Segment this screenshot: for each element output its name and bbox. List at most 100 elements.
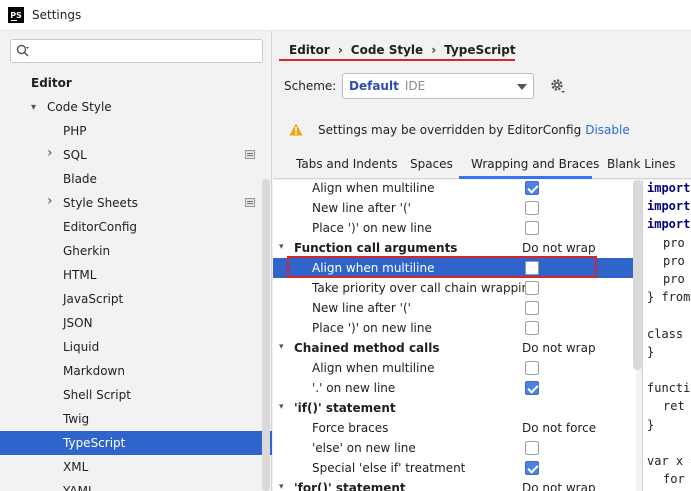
option-group-row[interactable]: ▾ Function call arguments Do not wrap xyxy=(273,238,636,258)
sidebar-item-label: HTML xyxy=(63,268,97,282)
option-group-row[interactable]: ▾ 'for()' statement Do not wrap xyxy=(273,478,636,491)
option-value-dropdown[interactable]: Do not wrap xyxy=(522,341,596,355)
sidebar-item-label: Code Style xyxy=(47,100,112,114)
option-row[interactable]: New line after '(' xyxy=(273,198,636,218)
sidebar-scrollbar[interactable] xyxy=(262,179,270,491)
option-label: Function call arguments xyxy=(294,241,458,255)
sidebar-item-gherkin[interactable]: Gherkin xyxy=(0,239,272,263)
editorconfig-notice: Settings may be overridden by EditorConf… xyxy=(318,123,630,137)
option-row[interactable]: Align when multiline xyxy=(273,258,636,278)
code-line: } from xyxy=(647,290,691,305)
chevron-down-icon xyxy=(517,84,527,90)
title-bar: PS Settings xyxy=(0,0,691,31)
gear-icon[interactable] xyxy=(550,78,566,94)
option-row[interactable]: Place ')' on new line xyxy=(273,218,636,238)
option-row[interactable]: Special 'else if' treatment xyxy=(273,458,636,478)
option-checkbox[interactable] xyxy=(525,361,539,375)
sidebar-item-label: Gherkin xyxy=(63,244,111,258)
search-icon xyxy=(16,44,29,57)
chevron-down-icon[interactable]: ▾ xyxy=(279,482,284,491)
breadcrumb-separator: › xyxy=(431,43,437,57)
option-row[interactable]: Place ')' on new line xyxy=(273,318,636,338)
project-scheme-icon xyxy=(245,198,255,207)
breadcrumb-editor[interactable]: Editor xyxy=(289,43,330,57)
breadcrumb-typescript: TypeScript xyxy=(444,43,516,57)
chevron-right-icon[interactable]: › xyxy=(47,145,53,161)
chevron-down-icon[interactable]: ▾ xyxy=(279,402,284,412)
sidebar-item-markdown[interactable]: Markdown xyxy=(0,359,272,383)
sidebar-item-label: Markdown xyxy=(63,364,125,378)
scheme-name: Default xyxy=(349,79,399,93)
options-scrollbar[interactable] xyxy=(633,180,642,370)
sidebar-item-php[interactable]: PHP xyxy=(0,119,272,143)
option-row[interactable]: New line after '(' xyxy=(273,298,636,318)
option-row[interactable]: Take priority over call chain wrapping xyxy=(273,278,636,298)
sidebar-item-xml[interactable]: XML xyxy=(0,455,272,479)
option-group-row[interactable]: ▾ Chained method calls Do not wrap xyxy=(273,338,636,358)
option-checkbox[interactable] xyxy=(525,301,539,315)
sidebar-item-label: TypeScript xyxy=(63,436,126,450)
code-line: pro xyxy=(663,253,685,268)
chevron-down-icon[interactable]: ▾ xyxy=(31,102,36,113)
breadcrumb: Editor › Code Style › TypeScript xyxy=(289,43,516,57)
option-checkbox[interactable] xyxy=(525,381,539,395)
sidebar-item-code-style[interactable]: ▾ Code Style xyxy=(0,95,272,119)
tab-spaces[interactable]: Spaces xyxy=(410,157,453,171)
code-preview: import import import pro pro pro} from class N… xyxy=(642,180,691,491)
disable-link[interactable]: Disable xyxy=(585,123,630,137)
option-label: Chained method calls xyxy=(294,341,440,355)
sidebar-item-label: SQL xyxy=(63,148,87,162)
option-checkbox[interactable] xyxy=(525,321,539,335)
settings-search-input[interactable] xyxy=(10,39,263,63)
scheme-dropdown[interactable]: Default IDE xyxy=(342,73,534,99)
code-line: import xyxy=(647,181,691,195)
option-value-dropdown[interactable]: Do not wrap xyxy=(522,481,596,491)
breadcrumb-code-style[interactable]: Code Style xyxy=(351,43,423,57)
tab-bar: Tabs and Indents Spaces Wrapping and Bra… xyxy=(273,151,691,179)
sidebar-item-twig[interactable]: Twig xyxy=(0,407,272,431)
option-label: New line after '(' xyxy=(312,301,411,315)
code-line: for xyxy=(663,472,685,487)
option-row[interactable]: Force braces Do not force xyxy=(273,418,636,438)
tab-wrapping-and-braces[interactable]: Wrapping and Braces xyxy=(471,157,599,171)
sidebar-item-editor[interactable]: Editor xyxy=(0,71,272,95)
chevron-right-icon[interactable]: › xyxy=(47,193,53,209)
active-tab-indicator xyxy=(459,176,592,179)
sidebar-item-html[interactable]: HTML xyxy=(0,263,272,287)
sidebar-item-label: Twig xyxy=(63,412,90,426)
chevron-down-icon[interactable]: ▾ xyxy=(279,342,284,352)
option-checkbox[interactable] xyxy=(525,461,539,475)
sidebar-item-typescript[interactable]: TypeScript xyxy=(0,431,272,455)
wrapping-options-list: Align when multiline New line after '(' Pl… xyxy=(273,180,636,491)
option-row[interactable]: Align when multiline xyxy=(273,180,636,198)
tab-tabs-and-indents[interactable]: Tabs and Indents xyxy=(296,157,397,171)
sidebar-item-yaml[interactable]: YAML xyxy=(0,479,272,491)
sidebar-item-label: Style Sheets xyxy=(63,196,138,210)
sidebar-item-blade[interactable]: Blade xyxy=(0,167,272,191)
option-checkbox[interactable] xyxy=(525,261,539,275)
project-scheme-icon xyxy=(245,150,255,159)
option-checkbox[interactable] xyxy=(525,221,539,235)
tab-blank-lines[interactable]: Blank Lines xyxy=(607,157,676,171)
sidebar-item-shell-script[interactable]: Shell Script xyxy=(0,383,272,407)
option-checkbox[interactable] xyxy=(525,441,539,455)
sidebar-item-json[interactable]: JSON xyxy=(0,311,272,335)
option-label: Align when multiline xyxy=(312,181,435,195)
option-checkbox[interactable] xyxy=(525,181,539,195)
sidebar-item-label: EditorConfig xyxy=(63,220,138,234)
option-value-dropdown[interactable]: Do not wrap xyxy=(522,241,596,255)
sidebar-item-editorconfig[interactable]: EditorConfig xyxy=(0,215,272,239)
sidebar-item-liquid[interactable]: Liquid xyxy=(0,335,272,359)
sidebar-item-style-sheets[interactable]: › Style Sheets xyxy=(0,191,272,215)
option-checkbox[interactable] xyxy=(525,281,539,295)
chevron-down-icon[interactable]: ▾ xyxy=(279,242,284,252)
option-row[interactable]: 'else' on new line xyxy=(273,438,636,458)
option-row[interactable]: '.' on new line xyxy=(273,378,636,398)
sidebar-item-sql[interactable]: › SQL xyxy=(0,143,272,167)
option-row[interactable]: Align when multiline xyxy=(273,358,636,378)
option-checkbox[interactable] xyxy=(525,201,539,215)
sidebar-item-label: YAML xyxy=(63,484,95,491)
option-group-row[interactable]: ▾ 'if()' statement xyxy=(273,398,636,418)
sidebar-item-javascript[interactable]: JavaScript xyxy=(0,287,272,311)
option-value-dropdown[interactable]: Do not force xyxy=(522,421,596,435)
